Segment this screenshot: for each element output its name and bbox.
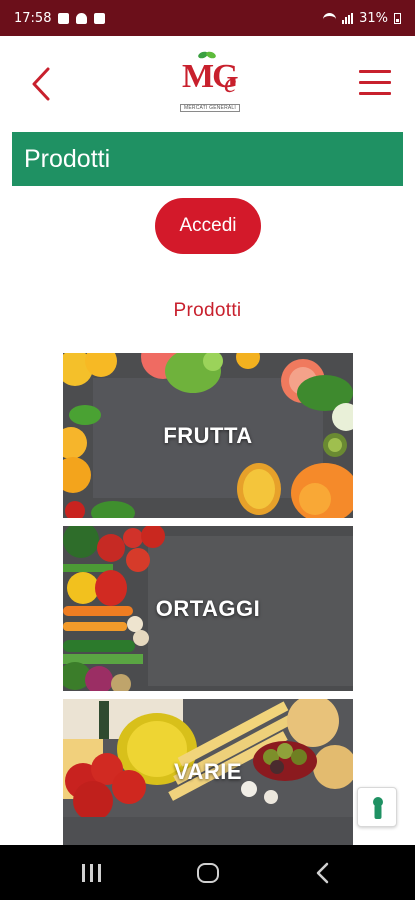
logo-subtitle: MERCATI GENERALI [180, 104, 240, 112]
category-label: ORTAGGI [155, 595, 261, 621]
status-bar: 17:58 31% [0, 0, 415, 36]
login-button[interactable]: Accedi [155, 198, 261, 254]
wifi-icon [323, 13, 337, 23]
app-header: MG e MERCATI GENERALI [0, 36, 415, 130]
category-card-frutta[interactable]: FRUTTA [63, 353, 353, 518]
back-icon[interactable] [313, 861, 333, 885]
home-icon[interactable] [197, 863, 219, 883]
category-label: VARIE [173, 759, 243, 784]
chevron-left-icon [32, 67, 50, 101]
accessibility-lock-button[interactable] [357, 787, 397, 827]
page-title-bar: Prodotti [12, 132, 403, 186]
status-time: 17:58 [14, 10, 52, 26]
alert-icon [76, 12, 88, 24]
battery-icon [394, 12, 401, 24]
recents-icon[interactable] [82, 864, 104, 882]
page-title: Prodotti [24, 144, 111, 173]
signal-icon [342, 12, 354, 24]
battery-percent: 31% [359, 10, 388, 26]
logo-text-e: e [224, 68, 237, 99]
mge-logo: MG e MERCATI GENERALI [178, 50, 254, 122]
section-title: Prodotti [173, 300, 242, 321]
app-icon [94, 12, 106, 24]
category-card-varie[interactable]: VARIE [63, 699, 353, 845]
category-label: FRUTTA [163, 422, 253, 448]
hamburger-menu-icon[interactable] [359, 70, 395, 98]
category-card-ortaggi[interactable]: ORTAGGI [63, 526, 353, 691]
image-icon [58, 12, 70, 24]
system-nav-bar [0, 845, 415, 900]
back-button[interactable] [28, 66, 58, 102]
lock-icon [373, 797, 383, 819]
